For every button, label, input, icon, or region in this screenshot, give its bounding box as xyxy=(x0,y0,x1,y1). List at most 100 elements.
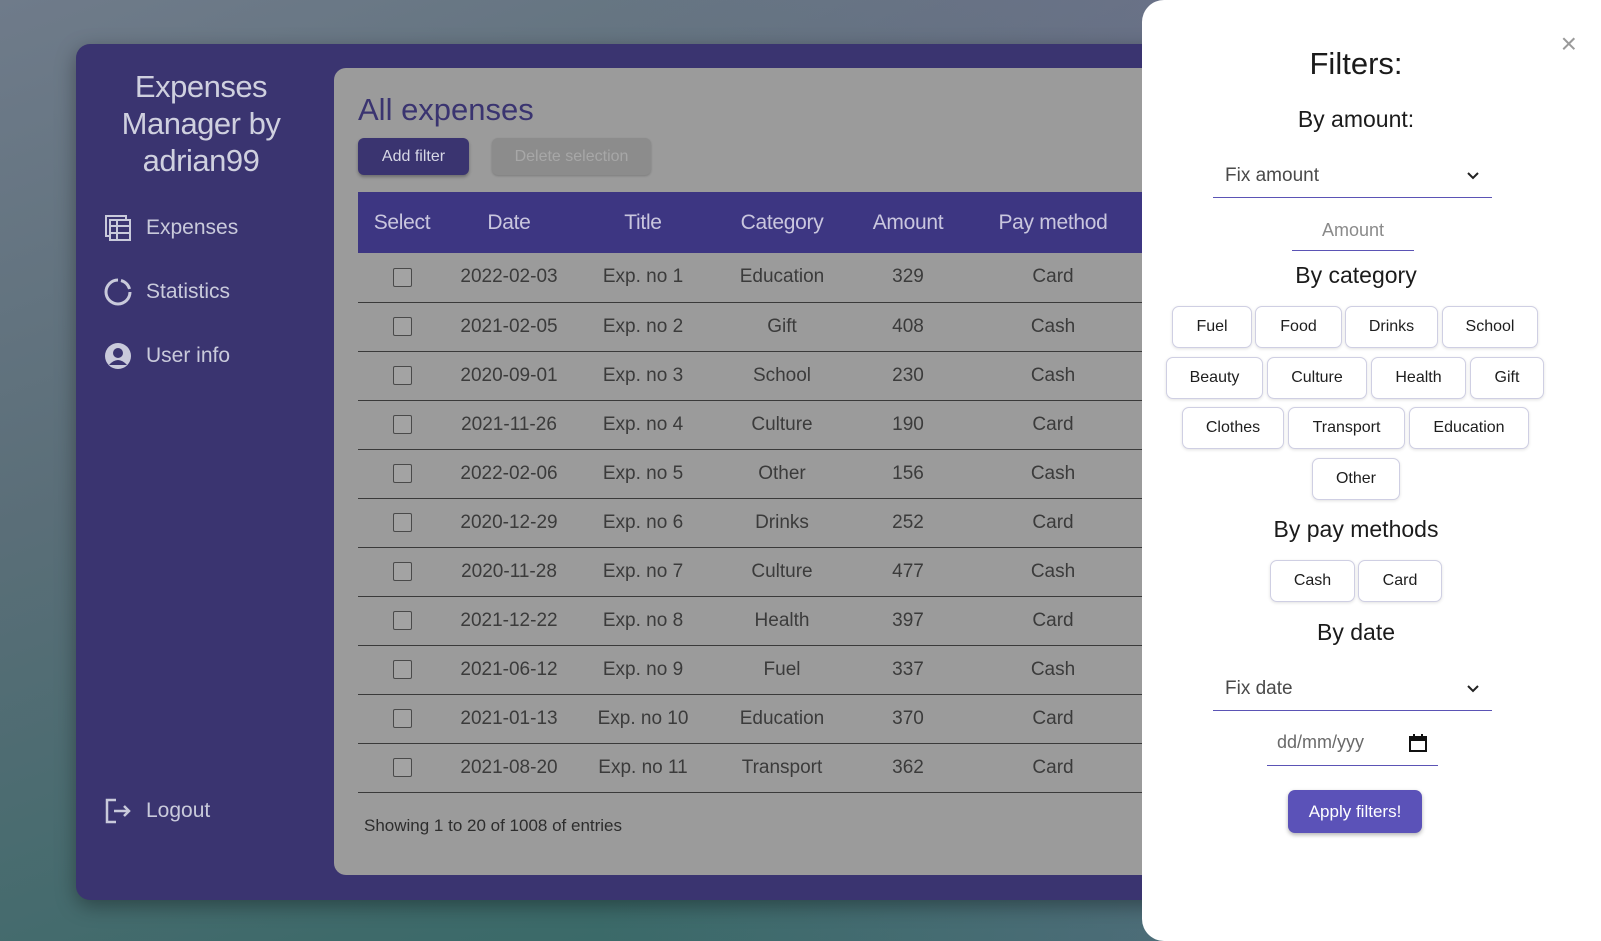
column-header-pay-method[interactable]: Pay method xyxy=(966,192,1140,253)
user-circle-icon xyxy=(105,343,131,369)
page-title: All expenses xyxy=(358,92,534,127)
cell-pay-method: Cash xyxy=(1030,560,1076,582)
date-placeholder: dd/mm/yyy xyxy=(1277,732,1365,752)
by-date-heading: By date xyxy=(1317,619,1395,645)
table-row: 2021-11-26 Exp. no 4 Culture 190 Card xyxy=(358,400,1276,449)
date-mode-select[interactable]: Fix date xyxy=(1213,667,1492,711)
nav-label-user-info: User info xyxy=(146,344,231,367)
cell-amount: 397 xyxy=(892,609,924,631)
category-chip-transport[interactable]: Transport xyxy=(1288,407,1405,449)
delete-selection-button[interactable]: Delete selection xyxy=(492,138,651,175)
row-checkbox[interactable] xyxy=(392,659,412,679)
nav-label-statistics: Statistics xyxy=(146,280,231,303)
column-header-category[interactable]: Category xyxy=(714,192,850,253)
cell-title: Exp. no 3 xyxy=(602,364,684,386)
by-amount-heading: By amount: xyxy=(1297,106,1415,132)
cell-title: Exp. no 6 xyxy=(602,511,684,533)
chevron-down-icon xyxy=(1467,171,1479,179)
row-checkbox[interactable] xyxy=(392,757,412,777)
category-chip-health[interactable]: Health xyxy=(1371,357,1466,399)
category-chip-fuel[interactable]: Fuel xyxy=(1172,306,1252,348)
category-chip-food[interactable]: Food xyxy=(1255,306,1342,348)
cell-category: Health xyxy=(754,609,810,631)
calendar-icon[interactable] xyxy=(1408,733,1428,753)
chevron-down-icon xyxy=(1467,684,1479,692)
nav-label-expenses: Expenses xyxy=(146,216,239,239)
nav-item-expenses[interactable]: Expenses xyxy=(104,214,304,242)
row-checkbox[interactable] xyxy=(392,708,412,728)
pay-method-chip-card[interactable]: Card xyxy=(1358,560,1442,602)
category-chip-beauty[interactable]: Beauty xyxy=(1166,357,1263,399)
row-checkbox[interactable] xyxy=(392,414,412,434)
cell-pay-method: Card xyxy=(1032,413,1074,435)
category-chip-education[interactable]: Education xyxy=(1409,407,1529,449)
cell-amount: 477 xyxy=(892,560,924,582)
cell-category: Fuel xyxy=(763,658,801,680)
row-checkbox[interactable] xyxy=(392,316,412,336)
row-checkbox[interactable] xyxy=(392,267,412,287)
table-row: 2021-12-22 Exp. no 8 Health 397 Card xyxy=(358,596,1276,645)
cell-date: 2022-02-03 xyxy=(460,266,558,288)
cell-title: Exp. no 10 xyxy=(597,707,689,729)
amount-mode-select[interactable]: Fix amount xyxy=(1213,154,1492,198)
category-chip-drinks[interactable]: Drinks xyxy=(1345,306,1438,348)
category-chip-other[interactable]: Other xyxy=(1312,458,1400,500)
nav-item-statistics[interactable]: Statistics xyxy=(104,278,304,306)
pagination-info: Showing 1 to 20 of 1008 of entries xyxy=(364,816,623,835)
category-chip-gift[interactable]: Gift xyxy=(1470,357,1544,399)
cell-amount: 252 xyxy=(892,511,924,533)
add-filter-button[interactable]: Add filter xyxy=(358,138,469,175)
cell-date: 2021-01-13 xyxy=(460,707,558,729)
cell-category: Culture xyxy=(751,413,813,435)
cell-date: 2021-06-12 xyxy=(460,658,558,680)
cell-title: Exp. no 4 xyxy=(602,413,684,435)
cell-pay-method: Cash xyxy=(1030,315,1076,337)
cell-amount: 230 xyxy=(892,364,924,386)
column-header-amount[interactable]: Amount xyxy=(850,192,966,253)
cell-amount: 329 xyxy=(892,266,924,288)
cell-amount: 362 xyxy=(892,756,924,778)
cell-date: 2020-09-01 xyxy=(460,364,558,386)
by-category-heading: By category xyxy=(1295,262,1417,288)
cell-category: Culture xyxy=(751,560,813,582)
category-chip-clothes[interactable]: Clothes xyxy=(1182,407,1284,449)
row-checkbox[interactable] xyxy=(392,512,412,532)
cell-title: Exp. no 2 xyxy=(602,315,684,337)
cell-title: Exp. no 5 xyxy=(602,462,684,484)
row-checkbox[interactable] xyxy=(392,463,412,483)
cell-date: 2020-12-29 xyxy=(460,511,558,533)
row-checkbox[interactable] xyxy=(392,561,412,581)
row-checkbox[interactable] xyxy=(392,610,412,630)
table-row: 2022-02-03 Exp. no 1 Education 329 Card xyxy=(358,253,1276,302)
app-window: Expenses Manager by adrian99 Expenses St… xyxy=(76,44,1276,900)
cell-date: 2020-11-28 xyxy=(461,560,557,582)
apply-filters-button[interactable]: Apply filters! xyxy=(1288,790,1422,833)
cell-pay-method: Cash xyxy=(1030,462,1076,484)
category-chip-culture[interactable]: Culture xyxy=(1267,357,1367,399)
table-row: 2022-02-06 Exp. no 5 Other 156 Cash xyxy=(358,449,1276,498)
nav-item-user-info[interactable]: User info xyxy=(104,342,304,370)
cell-title: Exp. no 8 xyxy=(602,609,684,631)
cell-date: 2021-11-26 xyxy=(461,413,557,435)
cell-pay-method: Card xyxy=(1032,707,1074,729)
amount-input[interactable]: Amount xyxy=(1292,210,1414,251)
row-checkbox[interactable] xyxy=(392,365,412,385)
date-input[interactable]: dd/mm/yyy xyxy=(1267,720,1438,766)
column-header-select[interactable]: Select xyxy=(358,192,446,253)
by-pay-methods-heading: By pay methods xyxy=(1273,516,1439,542)
column-header-title[interactable]: Title xyxy=(572,192,714,253)
cell-date: 2021-12-22 xyxy=(460,609,558,631)
table-row: 2021-06-12 Exp. no 9 Fuel 337 Cash xyxy=(358,645,1276,694)
chart-ring-icon xyxy=(104,278,132,306)
table-row: 2021-08-20 Exp. no 11 Transport 362 Card xyxy=(358,743,1276,792)
cell-amount: 337 xyxy=(892,658,924,680)
cell-category: Transport xyxy=(741,756,823,778)
column-header-date[interactable]: Date xyxy=(446,192,572,253)
pay-method-chip-cash[interactable]: Cash xyxy=(1270,560,1355,602)
cell-category: School xyxy=(752,364,812,386)
logout-button[interactable]: Logout xyxy=(104,797,304,825)
category-chip-school[interactable]: School xyxy=(1442,306,1538,348)
table-row: 2021-01-13 Exp. no 10 Education 370 Card xyxy=(358,694,1276,743)
date-mode-value: Fix date xyxy=(1225,677,1293,699)
expenses-table: Select Date Title Category Amount Pay me… xyxy=(358,192,1276,793)
